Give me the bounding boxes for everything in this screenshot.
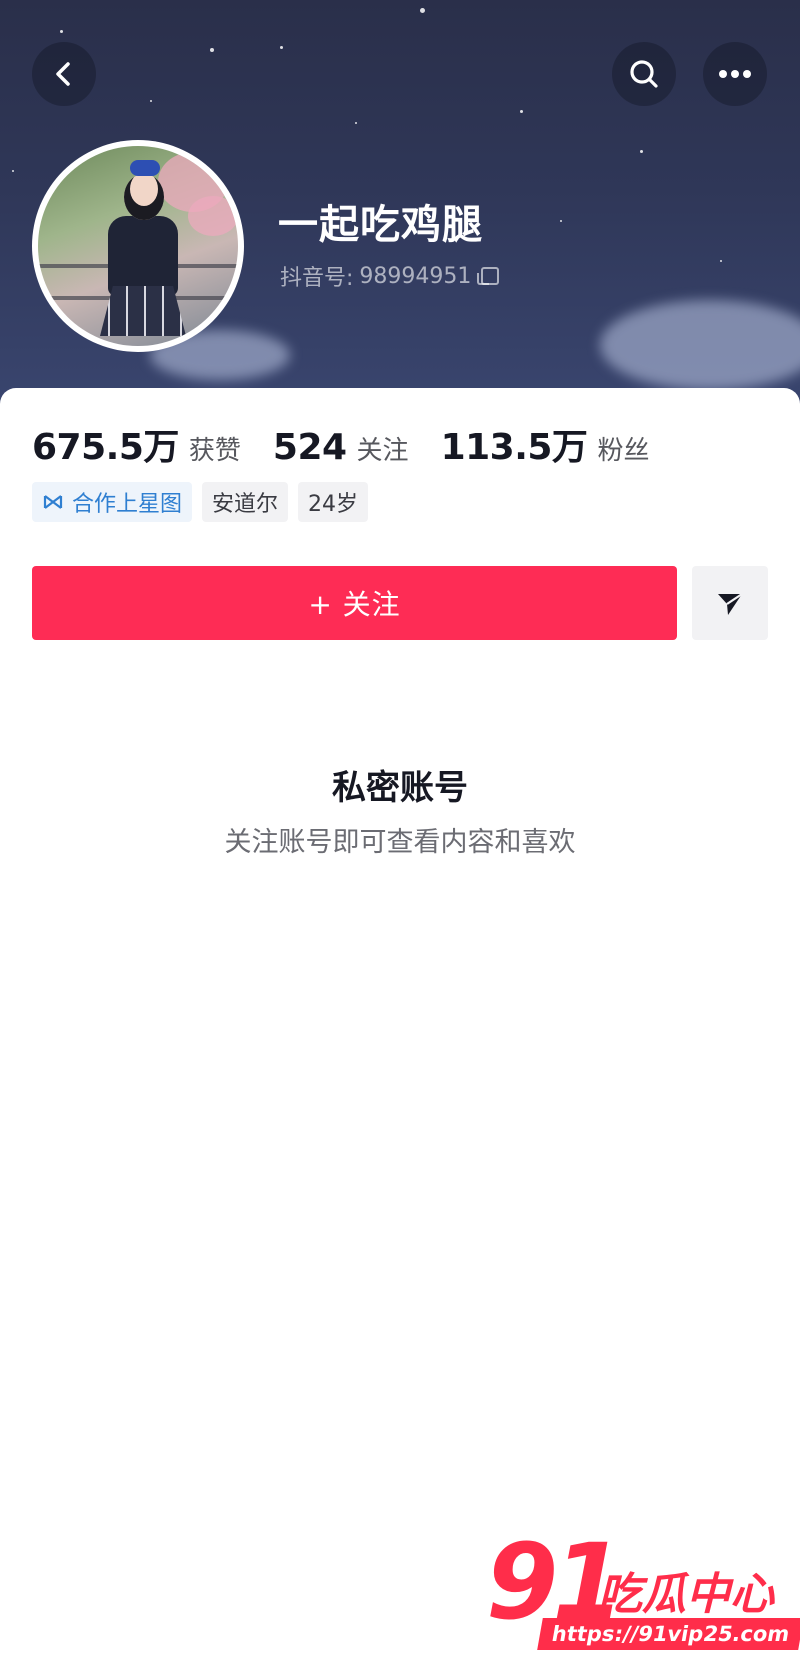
profile-name: 一起吃鸡腿 [278,202,483,248]
profile-id-label: 抖音号: [280,266,354,291]
stat-likes-value: 675.5万 [32,427,179,468]
tag-age: 24岁 [298,482,369,522]
search-icon [630,60,658,88]
stats-row: 675.5万 获赞 524 关注 113.5万 粉丝 [32,418,681,470]
star-map-icon [43,495,63,509]
profile-id[interactable]: 抖音号: 98994951 [280,260,500,292]
stat-followers[interactable]: 113.5万 粉丝 [441,418,650,470]
stat-following-value: 524 [272,427,347,468]
follow-button-label: + 关注 [308,588,401,621]
search-button[interactable] [612,42,676,106]
star-decoration [150,100,152,102]
avatar[interactable] [32,140,244,352]
profile-id-value: 98994951 [359,263,472,289]
stat-followers-label: 粉丝 [597,436,650,466]
private-account-title: 私密账号 [332,768,468,808]
watermark-url: https://91vip25.com [537,1618,800,1650]
star-decoration [12,170,14,172]
tag-row: 合作上星图 安道尔 24岁 [32,482,369,522]
profile-banner: 一起吃鸡腿 抖音号: 98994951 [0,0,800,420]
watermark-brand: 吃瓜中心 [598,1569,774,1620]
tag-age-label: 24岁 [308,492,359,517]
copy-icon[interactable] [477,267,500,285]
profile-content: 675.5万 获赞 524 关注 113.5万 粉丝 合作上星图 安道尔 24岁… [0,388,800,1665]
tag-location-label: 安道尔 [212,492,279,517]
send-icon [718,593,743,615]
tag-star-map[interactable]: 合作上星图 [32,482,193,522]
star-decoration [355,122,357,124]
stat-likes-label: 获赞 [188,436,241,466]
star-decoration [640,150,643,153]
stat-following[interactable]: 524 关注 [273,427,409,468]
cloud-decoration [600,300,800,390]
follow-button[interactable]: + 关注 [32,566,677,640]
watermark: 91 吃瓜中心 https://91vip25.com [480,1530,800,1655]
avatar-image [38,146,238,346]
star-decoration [280,46,283,49]
stat-followers-value: 113.5万 [440,427,588,468]
chevron-left-icon [56,62,70,86]
stat-following-label: 关注 [356,436,409,466]
tag-star-map-label: 合作上星图 [72,492,183,517]
star-decoration [420,8,425,13]
star-decoration [520,110,523,113]
more-button[interactable] [703,42,767,106]
tag-location: 安道尔 [202,482,289,522]
stat-likes[interactable]: 675.5万 获赞 [32,418,241,470]
back-button[interactable] [32,42,96,106]
private-account-subtitle: 关注账号即可查看内容和喜欢 [224,827,576,858]
star-decoration [720,260,722,262]
share-button[interactable] [692,566,768,640]
star-decoration [560,220,562,222]
star-decoration [60,30,63,33]
star-decoration [210,48,214,52]
more-dots-icon [719,70,751,78]
